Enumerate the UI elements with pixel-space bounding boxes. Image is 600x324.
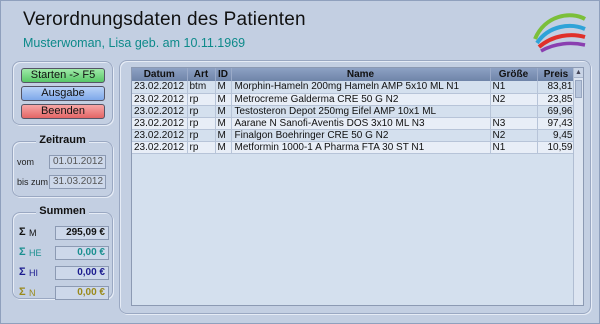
table-cell: 23.02.2012	[132, 105, 188, 118]
table-cell: Aarane N Sanofi-Aventis DOS 3x10 ML N3	[231, 117, 491, 130]
scroll-up-icon[interactable]: ▲	[574, 68, 583, 78]
table-row[interactable]: 23.02.2012 rp M Metformin 1000-1 A Pharma F…	[132, 141, 576, 154]
sum-value: 295,09 €	[55, 226, 109, 240]
table-header-row: Datum Art ID Name Größe Preis	[132, 68, 576, 81]
table-cell: Finalgon Boehringer CRE 50 G N2	[231, 129, 491, 142]
column-header[interactable]: Datum	[132, 68, 188, 81]
from-label: vom	[17, 157, 35, 167]
from-date-field[interactable]: 01.01.2012	[49, 155, 106, 169]
table-cell: 23.02.2012	[132, 141, 188, 154]
to-date-field[interactable]: 31.03.2012	[49, 175, 106, 189]
table-row[interactable]: 23.02.2012 btm M Morphin-Hameln 200mg Hamel…	[132, 81, 576, 94]
table-cell: N3	[490, 117, 538, 130]
table-cell: 9,45	[537, 129, 576, 142]
column-header[interactable]: Name	[231, 68, 491, 81]
scroll-thumb[interactable]	[575, 80, 582, 98]
table-cell: btm	[187, 81, 216, 94]
sum-label: M	[29, 228, 37, 238]
table-row[interactable]: 23.02.2012 rp M Finalgon Boehringer CRE 50 …	[132, 129, 576, 142]
table-cell: rp	[187, 105, 216, 118]
table-cell: 23.02.2012	[132, 93, 188, 106]
table-cell: 97,43	[537, 117, 576, 130]
table-cell: M	[215, 81, 232, 94]
summen-title: Summen	[36, 205, 89, 217]
sum-value: 0,00 €	[55, 286, 109, 300]
app-logo-icon	[533, 13, 586, 53]
start-button-label: Starten -> F5	[30, 69, 96, 81]
sigma-icon: Σ	[19, 286, 26, 298]
column-header[interactable]: Größe	[490, 68, 538, 81]
table-cell: Metrocreme Galderma CRE 50 G N2	[231, 93, 491, 106]
table-cell: Testosteron Depot 250mg Eifel AMP 10x1 M…	[231, 105, 491, 118]
table-cell: Morphin-Hameln 200mg Hameln AMP 5x10 ML …	[231, 81, 491, 94]
table-cell: N1	[490, 141, 538, 154]
table-cell: rp	[187, 93, 216, 106]
table-cell: rp	[187, 129, 216, 142]
table-cell: 83,81	[537, 81, 576, 94]
prescription-table: Datum Art ID Name Größe Preis 23.02.2012 btm M M…	[132, 68, 576, 154]
table-cell: 23.02.2012	[132, 117, 188, 130]
zeitraum-title: Zeitraum	[36, 134, 89, 146]
table-cell: 23.02.2012	[132, 81, 188, 94]
sigma-icon: Σ	[19, 226, 26, 238]
table-cell: N2	[490, 93, 538, 106]
table-cell: M	[215, 93, 232, 106]
table-cell: M	[215, 105, 232, 118]
prescription-grid: Datum Art ID Name Größe Preis 23.02.2012 btm M M…	[131, 67, 584, 306]
prescription-table-panel: Datum Art ID Name Größe Preis 23.02.2012 btm M M…	[119, 60, 591, 314]
column-header[interactable]: Art	[187, 68, 216, 81]
exit-button[interactable]: Beenden	[21, 104, 105, 119]
table-cell	[490, 105, 538, 118]
output-button[interactable]: Ausgabe	[21, 86, 105, 101]
exit-button-label: Beenden	[40, 105, 86, 117]
table-cell: N2	[490, 129, 538, 142]
to-label: bis zum	[17, 177, 49, 187]
action-panel: Starten -> F5 Ausgabe Beenden	[12, 61, 113, 125]
table-cell: M	[215, 141, 232, 154]
page-title: Verordnungsdaten des Patienten	[23, 9, 306, 30]
output-button-label: Ausgabe	[41, 87, 85, 99]
sigma-icon: Σ	[19, 246, 26, 258]
zeitraum-group: Zeitraum vom 01.01.2012 bis zum 31.03.20…	[12, 134, 113, 197]
summen-group: Summen Σ M 295,09 € Σ HE 0,00 € Σ HI 0,00 € Σ N 0,0…	[12, 205, 113, 300]
table-cell: N1	[490, 81, 538, 94]
patient-subtitle: Musterwoman, Lisa geb. am 10.11.1969	[23, 36, 246, 50]
start-button[interactable]: Starten -> F5	[21, 68, 105, 83]
sum-value: 0,00 €	[55, 266, 109, 280]
sum-label: HE	[29, 248, 42, 258]
sum-value: 0,00 €	[55, 246, 109, 260]
table-cell: rp	[187, 141, 216, 154]
column-header[interactable]: ID	[215, 68, 232, 81]
sigma-icon: Σ	[19, 266, 26, 278]
table-row[interactable]: 23.02.2012 rp M Aarane N Sanofi-Aventis DOS…	[132, 117, 576, 130]
sum-label: HI	[29, 268, 38, 278]
table-cell: 23,85	[537, 93, 576, 106]
table-row[interactable]: 23.02.2012 rp M Testosteron Depot 250mg Eif…	[132, 105, 576, 118]
vertical-scrollbar[interactable]: ▲	[573, 68, 583, 305]
column-header[interactable]: Preis	[537, 68, 576, 81]
table-cell: 69,96	[537, 105, 576, 118]
table-cell: rp	[187, 117, 216, 130]
table-cell: M	[215, 117, 232, 130]
table-cell: 10,59	[537, 141, 576, 154]
sum-label: N	[29, 288, 36, 298]
table-cell: Metformin 1000-1 A Pharma FTA 30 ST N1	[231, 141, 491, 154]
table-row[interactable]: 23.02.2012 rp M Metrocreme Galderma CRE 50 …	[132, 93, 576, 106]
table-cell: 23.02.2012	[132, 129, 188, 142]
table-cell: M	[215, 129, 232, 142]
